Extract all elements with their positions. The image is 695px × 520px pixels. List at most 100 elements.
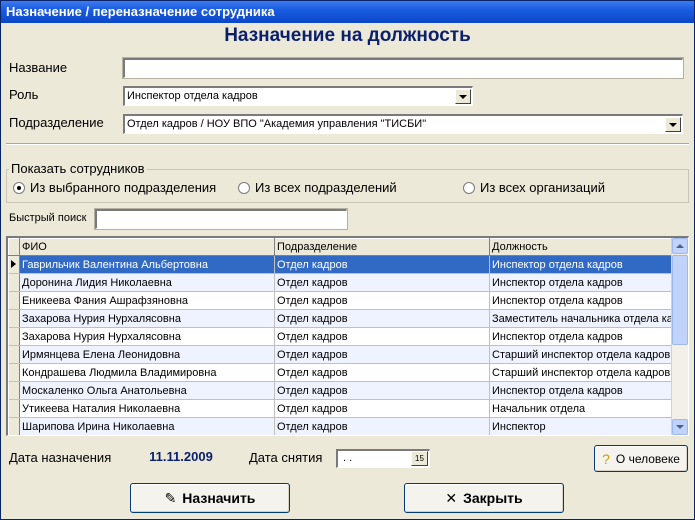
cell-department[interactable]: Отдел кадров (274, 309, 490, 328)
radio-label: Из выбранного подразделения (30, 180, 217, 195)
cell-fio[interactable]: Доронина Лидия Николаевна (19, 273, 275, 292)
table-header-indicator (8, 238, 20, 256)
role-label: Роль (9, 87, 39, 102)
name-label: Название (9, 60, 68, 75)
row-indicator (8, 363, 20, 382)
cell-department[interactable]: Отдел кадров (274, 345, 490, 364)
remove-date-label: Дата снятия (249, 450, 323, 465)
employees-table: ФИО Подразделение Должность Гаврильчик В… (6, 236, 689, 436)
role-select-value: Инспектор отдела кадров (127, 90, 258, 102)
table-row[interactable]: Захарова Нурия Нурхалясовна Отдел кадров З… (8, 309, 676, 328)
about-person-label: О человеке (615, 451, 680, 466)
vertical-scrollbar[interactable] (671, 238, 688, 435)
cell-department[interactable]: Отдел кадров (274, 399, 490, 418)
calendar-button-label: 15 (415, 454, 424, 463)
search-input[interactable] (94, 208, 348, 230)
table-row[interactable]: Еникеева Фания Ашрафзяновна Отдел кадров И… (8, 291, 676, 310)
close-button-label: Закрыть (463, 490, 523, 506)
cell-fio[interactable]: Захарова Нурия Нурхалясовна (19, 309, 275, 328)
scroll-up-icon[interactable] (672, 238, 688, 254)
row-indicator (8, 255, 20, 274)
cell-position[interactable]: Инспектор отдела кадров (489, 381, 676, 400)
row-indicator (8, 399, 20, 418)
table-row[interactable]: Доронина Лидия Николаевна Отдел кадров Инс… (8, 273, 676, 292)
cell-fio[interactable]: Москаленко Ольга Анатольевна (19, 381, 275, 400)
table-row[interactable]: Кондрашева Людмила Владимировна Отдел кад… (8, 363, 676, 382)
help-icon: ? (602, 450, 610, 467)
assign-date-label: Дата назначения (9, 450, 112, 465)
table-row[interactable]: Захарова Нурия Нурхалясовна Отдел кадров И… (8, 327, 676, 346)
current-row-icon (11, 259, 17, 268)
close-button[interactable]: ✕ Закрыть (404, 483, 564, 513)
table-row[interactable]: Ирмянцева Елена Леонидовна Отдел кадров Ст… (8, 345, 676, 364)
cell-department[interactable]: Отдел кадров (274, 291, 490, 310)
cell-position[interactable]: Заместитель начальника отдела ка (489, 309, 676, 328)
row-indicator (8, 381, 20, 400)
name-input[interactable] (122, 57, 684, 79)
close-icon: ✕ (445, 489, 458, 506)
window-title: Назначение / переназначение сотрудника (1, 1, 694, 23)
calendar-icon[interactable]: 15 (411, 451, 428, 466)
cell-position[interactable]: Старший инспектор отдела кадров (489, 363, 676, 382)
cell-department[interactable]: Отдел кадров (274, 273, 490, 292)
radio-button-icon (13, 181, 25, 194)
radio-label: Из всех подразделений (255, 180, 397, 195)
search-label: Быстрый поиск (9, 212, 87, 224)
row-indicator (8, 273, 20, 292)
cell-position[interactable]: Старший инспектор отдела кадров (489, 345, 676, 364)
table-row[interactable]: Утикеева Наталия Николаевна Отдел кадров Н… (8, 399, 676, 418)
cell-fio[interactable]: Шарипова Ирина Николаевна (19, 417, 275, 435)
column-header-fio[interactable]: ФИО (19, 238, 275, 256)
cell-fio[interactable]: Захарова Нурия Нурхалясовна (19, 327, 275, 346)
cell-position[interactable]: Инспектор отдела кадров (489, 291, 676, 310)
scroll-down-icon[interactable] (672, 419, 688, 435)
column-header-department[interactable]: Подразделение (274, 238, 490, 256)
cell-fio[interactable]: Кондрашева Людмила Владимировна (19, 363, 275, 382)
radio-button-icon (238, 181, 250, 194)
department-select-value: Отдел кадров / НОУ ВПО "Академия управле… (127, 118, 427, 130)
radio-selected-department[interactable]: Из выбранного подразделения (13, 180, 216, 195)
remove-date-value: . . (343, 452, 353, 464)
chevron-down-icon[interactable] (665, 117, 681, 132)
radio-button-icon (463, 181, 475, 194)
row-indicator (8, 345, 20, 364)
dialog-window: Назначение / переназначение сотрудника Н… (0, 0, 695, 520)
row-indicator (8, 291, 20, 310)
cell-position[interactable]: Инспектор отдела кадров (489, 255, 676, 274)
edit-document-icon: ✎ (164, 489, 177, 506)
department-select[interactable]: Отдел кадров / НОУ ВПО "Академия управле… (123, 114, 683, 134)
about-person-button[interactable]: ? О человеке (594, 445, 688, 472)
assign-button-label: Назначить (182, 490, 256, 506)
assign-button[interactable]: ✎ Назначить (130, 483, 290, 513)
table-row[interactable]: Москаленко Ольга Анатольевна Отдел кадров… (8, 381, 676, 400)
scroll-thumb[interactable] (672, 255, 688, 345)
cell-fio[interactable]: Гаврильчик Валентина Альбертовна (19, 255, 275, 274)
cell-department[interactable]: Отдел кадров (274, 255, 490, 274)
row-indicator (8, 327, 20, 346)
cell-position[interactable]: Инспектор отдела кадров (489, 327, 676, 346)
cell-fio[interactable]: Утикеева Наталия Николаевна (19, 399, 275, 418)
cell-fio[interactable]: Ирмянцева Елена Леонидовна (19, 345, 275, 364)
cell-department[interactable]: Отдел кадров (274, 327, 490, 346)
cell-fio[interactable]: Еникеева Фания Ашрафзяновна (19, 291, 275, 310)
table-row[interactable]: Гаврильчик Валентина Альбертовна Отдел ка… (8, 255, 676, 274)
radio-all-departments[interactable]: Из всех подразделений (238, 180, 397, 195)
cell-department[interactable]: Отдел кадров (274, 417, 490, 435)
radio-all-organizations[interactable]: Из всех организаций (463, 180, 605, 195)
chevron-down-icon[interactable] (455, 89, 471, 104)
department-label: Подразделение (9, 115, 104, 130)
show-employees-title: Показать сотрудников (9, 161, 147, 176)
role-select[interactable]: Инспектор отдела кадров (123, 86, 473, 106)
cell-position[interactable]: Инспектор (489, 417, 676, 435)
cell-position[interactable]: Начальник отдела (489, 399, 676, 418)
cell-department[interactable]: Отдел кадров (274, 381, 490, 400)
table-row[interactable]: Шарипова Ирина Николаевна Отдел кадров Инс… (8, 417, 676, 435)
table-header-row: ФИО Подразделение Должность (8, 238, 676, 256)
cell-position[interactable]: Инспектор отдела кадров (489, 273, 676, 292)
cell-department[interactable]: Отдел кадров (274, 363, 490, 382)
row-indicator (8, 309, 20, 328)
column-header-position[interactable]: Должность (489, 238, 676, 256)
radio-label: Из всех организаций (480, 180, 605, 195)
assign-date-value: 11.11.2009 (129, 448, 233, 466)
remove-date-picker[interactable]: . . 15 (336, 449, 430, 468)
